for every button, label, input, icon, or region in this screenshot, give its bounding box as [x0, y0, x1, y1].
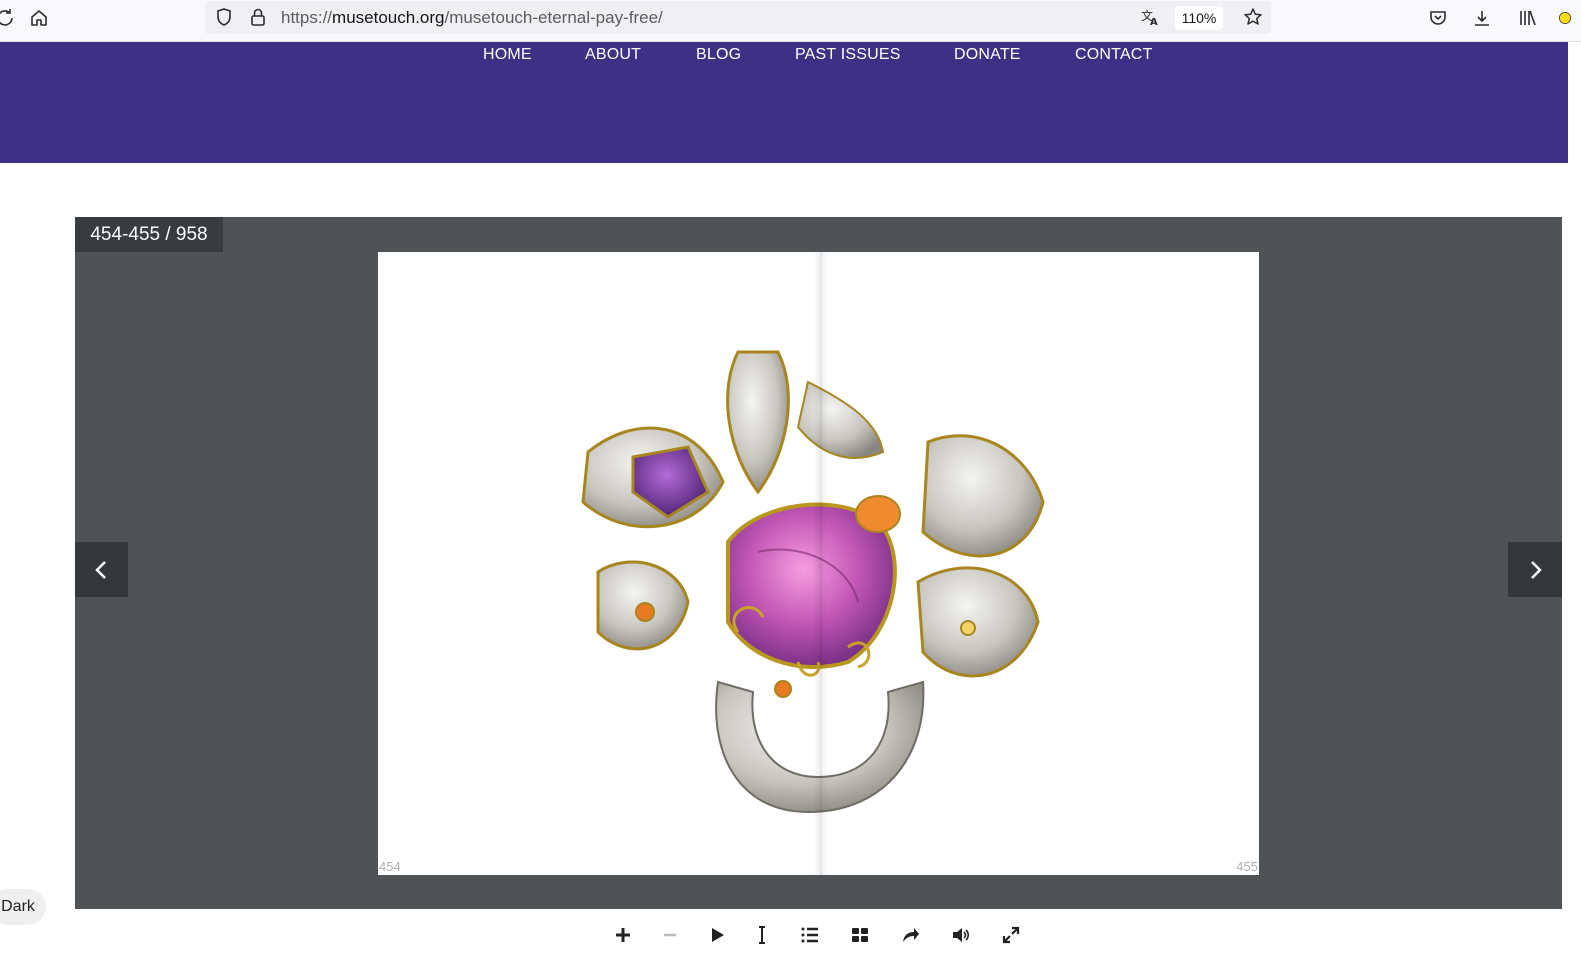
- url-path: /musetouch-eternal-pay-free/: [444, 8, 663, 27]
- zoom-level-button[interactable]: 110%: [1175, 6, 1223, 30]
- chevron-right-icon: [1531, 560, 1542, 579]
- url-domain: musetouch.org: [332, 8, 445, 27]
- next-page-button[interactable]: [1508, 542, 1562, 597]
- nav-donate[interactable]: DONATE: [954, 46, 1021, 64]
- nav-about[interactable]: ABOUT: [585, 46, 641, 64]
- nav-past-issues[interactable]: PAST ISSUES: [795, 46, 901, 64]
- tracking-protection-shield-icon[interactable]: [211, 4, 237, 30]
- left-page-number: 454: [379, 859, 401, 874]
- book-spine: [813, 252, 829, 875]
- sound-icon[interactable]: [948, 922, 974, 948]
- url-prefix: https://: [281, 8, 333, 27]
- nav-contact[interactable]: CONTACT: [1075, 46, 1153, 64]
- page-spread[interactable]: 454 455: [378, 252, 1259, 875]
- share-icon[interactable]: [897, 922, 923, 948]
- right-page-number: 455: [1236, 859, 1258, 874]
- translate-icon[interactable]: 文A: [1137, 4, 1163, 30]
- extension-icon[interactable]: [1558, 5, 1572, 31]
- library-icon[interactable]: [1514, 5, 1540, 31]
- thumbnails-grid-icon[interactable]: [847, 922, 873, 948]
- bookmark-star-icon[interactable]: [1240, 4, 1266, 30]
- svg-text:A: A: [1150, 17, 1158, 27]
- downloads-icon[interactable]: [1469, 5, 1495, 31]
- nav-blog[interactable]: BLOG: [696, 46, 741, 64]
- zoom-out-icon[interactable]: [657, 922, 683, 948]
- pocket-icon[interactable]: [1425, 5, 1451, 31]
- page-counter: 454-455 / 958: [75, 217, 223, 252]
- home-icon[interactable]: [26, 5, 52, 31]
- nav-home[interactable]: HOME: [483, 46, 532, 64]
- site-header: HOME ABOUT BLOG PAST ISSUES DONATE CONTA…: [0, 42, 1568, 163]
- dark-mode-toggle[interactable]: Dark: [0, 889, 46, 925]
- fullscreen-icon[interactable]: [998, 922, 1024, 948]
- address-bar[interactable]: https://musetouch.org/musetouch-eternal-…: [205, 1, 1271, 34]
- text-select-icon[interactable]: [749, 922, 775, 948]
- browser-toolbar: https://musetouch.org/musetouch-eternal-…: [0, 0, 1581, 42]
- chevron-left-icon: [94, 560, 106, 579]
- reload-icon[interactable]: [0, 5, 18, 31]
- zoom-in-icon[interactable]: [610, 922, 636, 948]
- lock-icon[interactable]: [245, 4, 271, 30]
- flipbook-viewer: 454-455 / 958 454 455: [75, 217, 1562, 909]
- table-of-contents-icon[interactable]: [797, 922, 823, 948]
- play-autoflip-icon[interactable]: [704, 922, 730, 948]
- previous-page-button[interactable]: [75, 542, 128, 597]
- url-text[interactable]: https://musetouch.org/musetouch-eternal-…: [281, 8, 663, 28]
